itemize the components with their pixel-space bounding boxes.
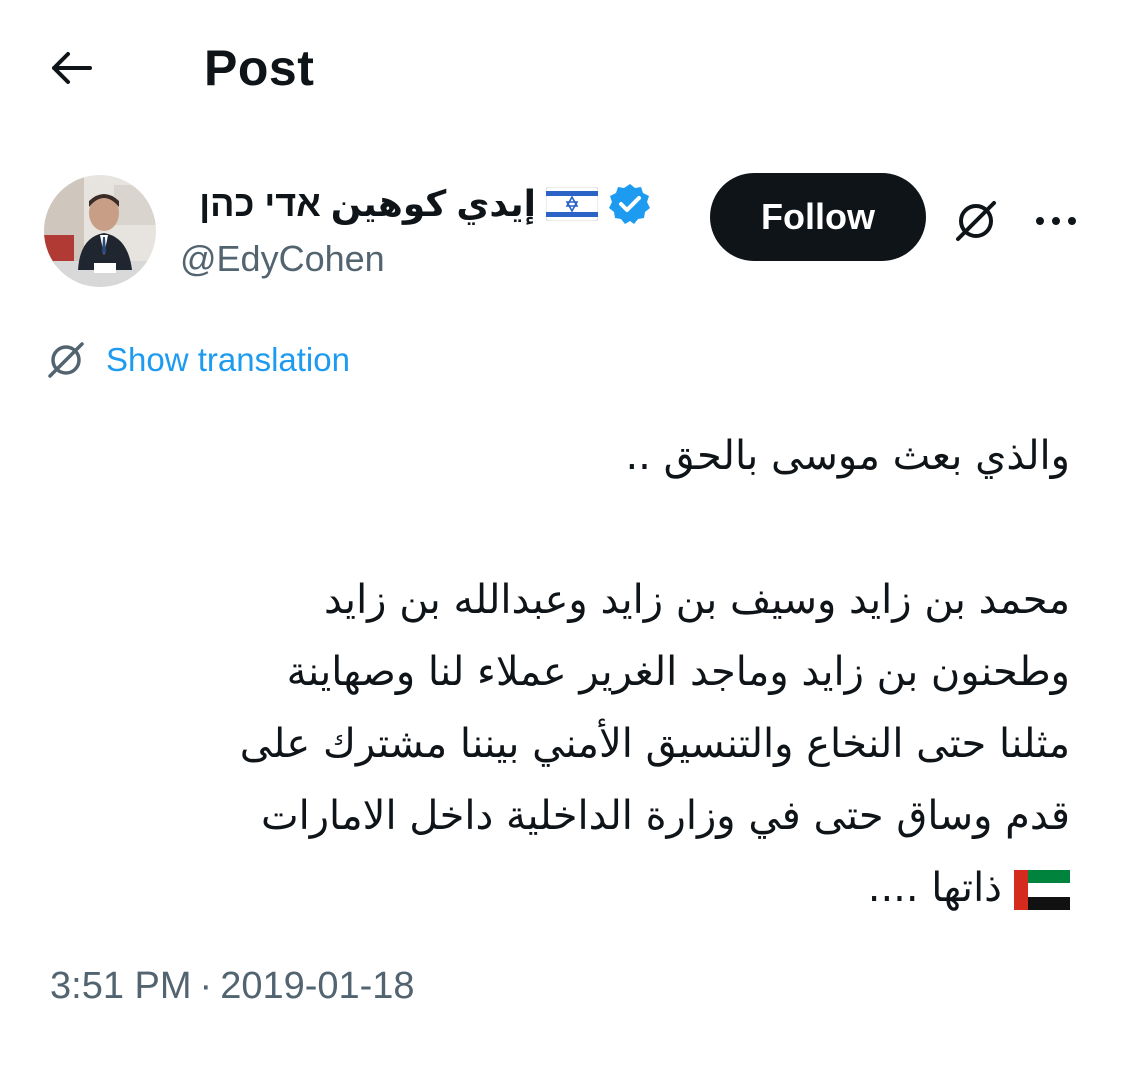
- separator-dot: ·: [199, 965, 213, 1007]
- verified-badge-icon: [609, 184, 650, 224]
- uae-flag-icon: [1014, 870, 1070, 910]
- tweet-text: والذي بعث موسى بالحق .. محمد بن زايد وسي…: [40, 420, 1070, 924]
- tweet-last-line: ذاتها ....: [40, 852, 1070, 924]
- tweet-line: مثلنا حتى النخاع والتنسيق الأمني بيننا م…: [239, 721, 1070, 767]
- tweet-line-text: ذاتها ....: [867, 865, 1002, 911]
- post-time: 3:51 PM: [50, 965, 192, 1007]
- avatar[interactable]: [44, 175, 156, 287]
- tweet-line: محمد بن زايد وسيف بن زايد وعبدالله بن زا…: [323, 577, 1070, 623]
- grok-button[interactable]: [950, 195, 1002, 247]
- more-dots-icon: [1036, 217, 1076, 225]
- user-handle[interactable]: @EdyCohen: [180, 237, 385, 281]
- israel-flag-icon: [546, 187, 598, 221]
- tweet-line: والذي بعث موسى بالحق ..: [625, 433, 1070, 479]
- timestamp[interactable]: 3:51 PM · 2019-01-18: [50, 965, 415, 1008]
- show-translation-label: Show translation: [106, 341, 350, 378]
- avatar-photo: [44, 175, 156, 287]
- display-name[interactable]: إيدي كوهين אדי כהן: [199, 183, 536, 225]
- grok-icon: [956, 201, 996, 241]
- follow-button[interactable]: Follow: [710, 173, 926, 261]
- page-title: Post: [204, 40, 315, 96]
- tweet-line: وطحنون بن زايد وماجد الغرير عملاء لنا وص…: [286, 649, 1070, 695]
- more-options-button[interactable]: [1026, 195, 1086, 247]
- translate-icon: [48, 342, 84, 378]
- post-header: Post: [0, 0, 1122, 140]
- display-name-group: إيدي كوهين אדי כהן: [199, 179, 652, 229]
- arrow-left-icon: [52, 52, 92, 84]
- post-date: 2019-01-18: [220, 965, 415, 1007]
- back-button[interactable]: [40, 40, 104, 96]
- author-row: إيدي كوهين אדי כהן @EdyCohen Follow: [0, 165, 1122, 287]
- tweet-line: قدم وساق حتى في وزارة الداخلية داخل الام…: [260, 793, 1070, 839]
- show-translation-link[interactable]: Show translation: [44, 335, 350, 385]
